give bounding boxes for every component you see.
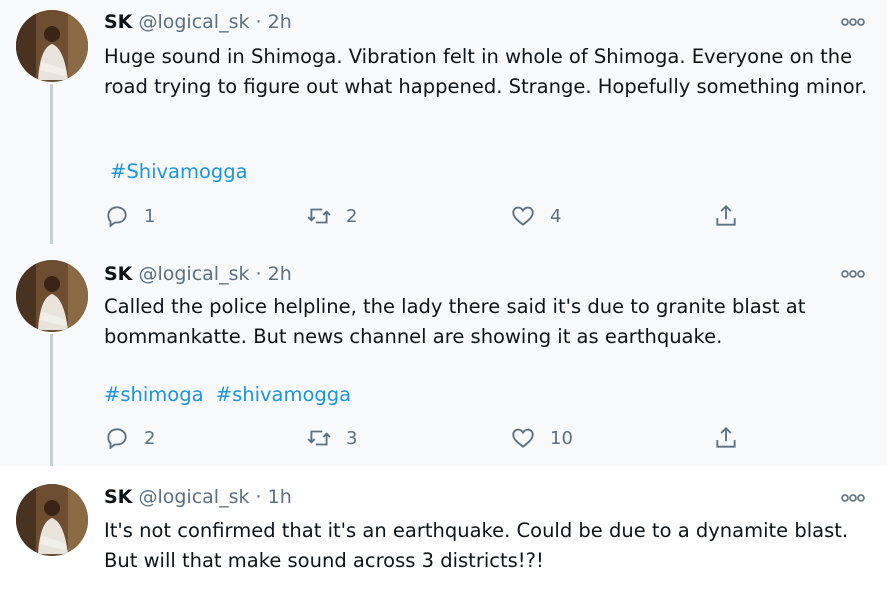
like-button[interactable]: 10 — [510, 424, 573, 452]
avatar[interactable] — [16, 260, 88, 332]
tweet-text: Huge sound in Shimoga. Vibration felt in… — [104, 45, 868, 98]
reply-button[interactable]: 2 — [104, 424, 155, 452]
reply-icon — [107, 206, 127, 228]
tweet[interactable]: SK @logical_sk · 1h It's not confirmed t… — [0, 466, 887, 601]
reply-icon — [107, 428, 127, 450]
display-name[interactable]: SK — [104, 11, 132, 33]
more-icon[interactable] — [839, 10, 867, 34]
separator-dot: · — [255, 11, 262, 33]
heart-icon — [512, 206, 534, 226]
thread-connector — [50, 84, 53, 254]
timestamp[interactable]: 2h — [268, 263, 292, 285]
retweet-count: 2 — [346, 205, 358, 227]
separator-dot: · — [255, 486, 262, 508]
retweet-icon — [307, 208, 331, 224]
share-icon — [716, 204, 736, 226]
reply-button[interactable]: 1 — [104, 202, 155, 230]
like-button[interactable]: 4 — [510, 202, 561, 230]
user-handle[interactable]: @logical_sk — [138, 486, 249, 508]
heart-icon — [512, 428, 534, 448]
display-name[interactable]: SK — [104, 486, 132, 508]
hashtag-link[interactable]: #shivamogga — [216, 383, 351, 406]
tweet-header: SK @logical_sk · 1h — [104, 485, 292, 509]
tweet-header: SK @logical_sk · 2h — [104, 262, 292, 286]
hashtag-link[interactable]: #shimoga — [104, 383, 204, 406]
reply-count: 1 — [144, 205, 156, 227]
separator-dot: · — [255, 263, 262, 285]
like-count: 4 — [550, 205, 562, 227]
tweet-text: Called the police helpline, the lady the… — [104, 295, 806, 348]
display-name[interactable]: SK — [104, 263, 132, 285]
user-handle[interactable]: @logical_sk — [138, 11, 249, 33]
retweet-count: 3 — [346, 427, 358, 449]
user-handle[interactable]: @logical_sk — [138, 263, 249, 285]
share-icon — [716, 426, 736, 448]
avatar[interactable] — [16, 10, 88, 82]
tweet[interactable]: SK @logical_sk · 2h Called the police he… — [0, 244, 887, 478]
reply-count: 2 — [144, 427, 156, 449]
hashtags: #Shivamogga — [110, 158, 254, 186]
share-button[interactable] — [713, 202, 739, 230]
thread-connector — [50, 334, 53, 478]
timestamp[interactable]: 2h — [268, 11, 292, 33]
like-count: 10 — [550, 427, 573, 449]
share-button[interactable] — [713, 424, 739, 452]
retweet-icon — [307, 430, 331, 446]
more-icon[interactable] — [839, 486, 867, 510]
hashtags: #shimoga #shivamogga — [104, 381, 357, 409]
tweet-text: It's not confirmed that it's an earthqua… — [104, 519, 849, 572]
retweet-button[interactable]: 3 — [306, 424, 357, 452]
more-icon[interactable] — [839, 262, 867, 286]
hashtag-link[interactable]: #Shivamogga — [110, 160, 248, 183]
avatar[interactable] — [16, 484, 88, 556]
timestamp[interactable]: 1h — [268, 486, 292, 508]
tweet-thread: SK @logical_sk · 2h Huge sound in Shimog… — [0, 0, 887, 601]
tweet[interactable]: SK @logical_sk · 2h Huge sound in Shimog… — [0, 0, 887, 254]
tweet-header: SK @logical_sk · 2h — [104, 10, 292, 34]
retweet-button[interactable]: 2 — [306, 202, 357, 230]
